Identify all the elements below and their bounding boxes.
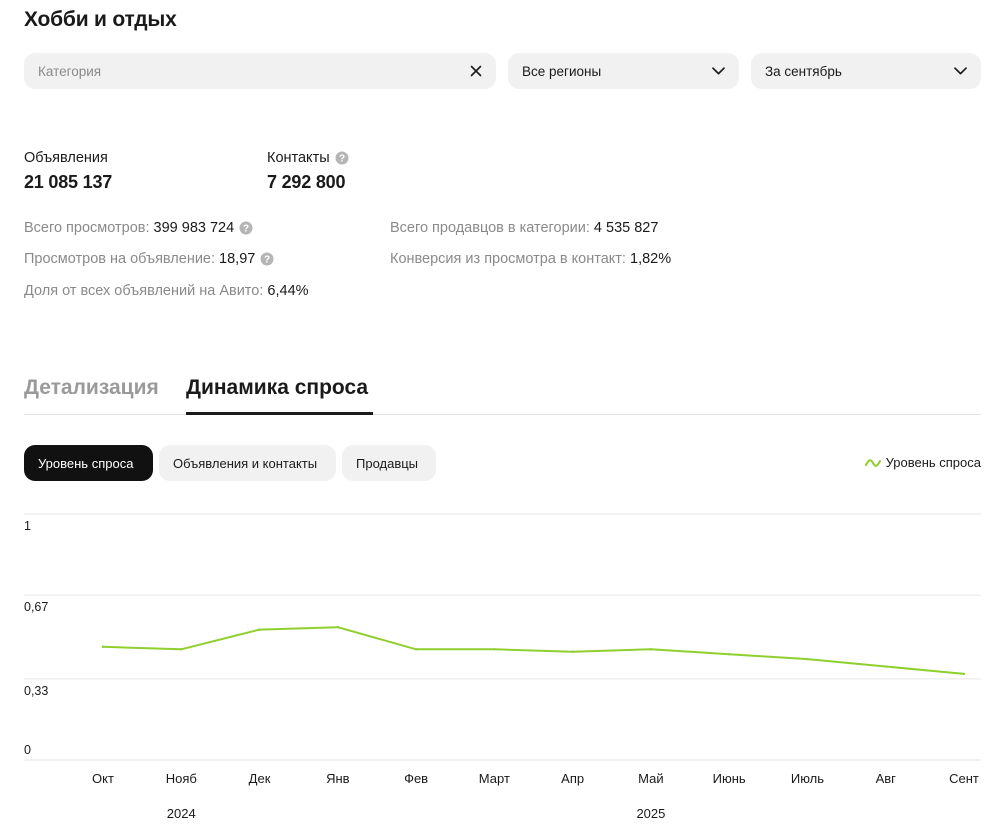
x-tick-label: Нояб	[166, 771, 197, 786]
data-point	[962, 672, 966, 676]
year-label: 2025	[636, 806, 665, 821]
contacts-kpi: Контакты?	[267, 150, 349, 166]
x-tick-label: Дек	[249, 771, 271, 786]
views-per-listing-stat: Просмотров на объявление: 18,97?	[24, 251, 274, 267]
sellers-label: Всего продавцов в категории:	[390, 220, 590, 236]
tab-divider	[24, 414, 981, 415]
region-select[interactable]: Все регионы	[508, 53, 739, 89]
data-point	[649, 648, 653, 651]
y-tick-label: 0,33	[24, 684, 48, 698]
listings-label: Объявления	[24, 150, 108, 166]
sellers-value: 4 535 827	[593, 220, 659, 236]
legend-line-icon	[864, 458, 881, 467]
sellers-stat: Всего продавцов в категории: 4 535 827	[390, 220, 658, 236]
y-tick-label: 1	[24, 519, 31, 533]
conversion-value: 1,82%	[630, 251, 672, 267]
share-label: Доля от всех объявлений на Авито:	[24, 283, 264, 299]
data-point	[571, 650, 574, 653]
tab-details[interactable]: Детализация	[24, 376, 159, 400]
contacts-label: Контакты	[267, 150, 330, 166]
data-point	[336, 625, 340, 629]
x-tick-label: Май	[638, 771, 663, 786]
views-per-listing-value: 18,97	[219, 251, 256, 267]
share-value: 6,44%	[267, 283, 309, 299]
views-per-listing-label: Просмотров на объявление:	[24, 251, 216, 267]
chevron-down-icon	[954, 67, 967, 75]
region-value: Все регионы	[522, 63, 602, 79]
category-input[interactable]: Категория	[24, 53, 496, 89]
total-views-label: Всего просмотров:	[24, 220, 150, 236]
year-label: 2024	[167, 806, 196, 821]
data-point	[806, 657, 809, 661]
x-tick-label: Июнь	[713, 771, 746, 786]
demand-line-chart: 1 0,67 0,33 0 Окт Нояб Дек Янв Фев Март Апр Май Июнь…	[24, 513, 981, 821]
chart-legend: Уровень спроса	[864, 455, 981, 470]
contacts-value: 7 292 800	[267, 172, 346, 192]
y-tick-label: 0,67	[24, 600, 48, 614]
clear-icon[interactable]	[470, 65, 482, 77]
help-icon[interactable]: ?	[335, 151, 349, 165]
series-line	[102, 626, 965, 675]
x-tick-label: Окт	[92, 771, 114, 786]
x-tick-label: Авг	[876, 771, 897, 786]
x-tick-label: Фев	[404, 771, 428, 786]
tab-active-indicator	[186, 412, 373, 415]
period-select[interactable]: За сентябрь	[751, 53, 981, 89]
data-point	[258, 628, 261, 631]
data-point	[101, 645, 105, 649]
data-point	[414, 648, 418, 651]
x-tick-label: Сент	[949, 771, 979, 786]
legend-label: Уровень спроса	[885, 455, 981, 470]
x-tick-label: Янв	[326, 771, 350, 786]
pill-sellers[interactable]: Продавцы	[342, 445, 436, 481]
share-stat: Доля от всех объявлений на Авито: 6,44%	[24, 283, 309, 299]
conversion-stat: Конверсия из просмотра в контакт: 1,82%	[390, 251, 671, 267]
chevron-down-icon	[712, 67, 725, 75]
svg-text:?: ?	[243, 224, 249, 235]
period-value: За сентябрь	[765, 63, 842, 79]
pill-listings-contacts[interactable]: Объявления и контакты	[159, 445, 336, 481]
svg-text:?: ?	[339, 154, 345, 165]
x-tick-label: Март	[479, 771, 510, 786]
data-point	[727, 653, 731, 656]
data-point	[884, 665, 887, 668]
y-tick-label: 0	[24, 743, 31, 757]
conversion-label: Конверсия из просмотра в контакт:	[390, 251, 626, 267]
pill-demand-level[interactable]: Уровень спроса	[24, 445, 153, 481]
help-icon[interactable]: ?	[239, 221, 253, 235]
total-views-stat: Всего просмотров: 399 983 724?	[24, 220, 253, 236]
category-placeholder: Категория	[38, 63, 102, 79]
data-point	[180, 648, 183, 651]
x-tick-label: Июль	[791, 771, 824, 786]
svg-text:?: ?	[264, 255, 270, 266]
listings-value: 21 085 137	[24, 172, 113, 192]
help-icon[interactable]: ?	[260, 252, 274, 266]
tab-demand-dynamics[interactable]: Динамика спроса	[186, 376, 368, 400]
data-point	[493, 648, 496, 651]
x-tick-label: Апр	[561, 771, 584, 786]
total-views-value: 399 983 724	[153, 220, 235, 236]
page-title: Хобби и отдых	[24, 8, 177, 31]
